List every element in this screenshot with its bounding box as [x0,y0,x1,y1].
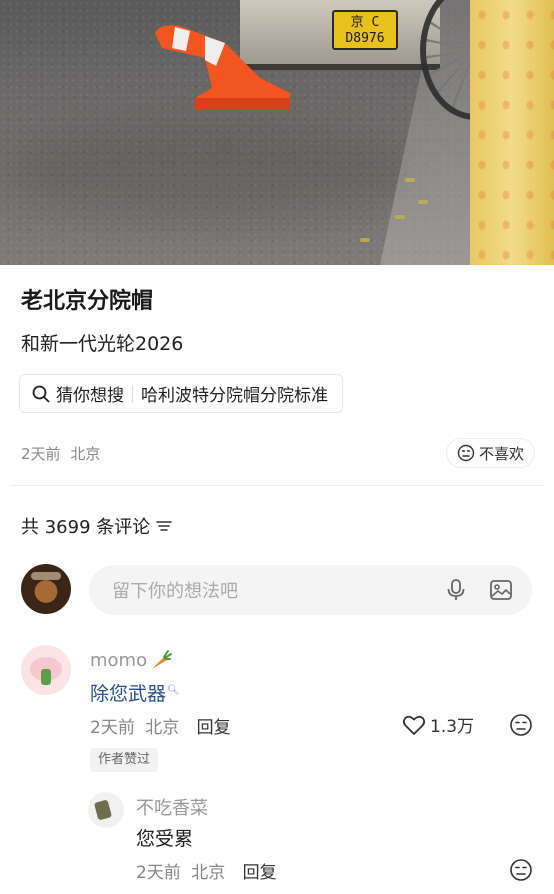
comment-text[interactable]: 除您武器🔍︎ [90,679,180,706]
comment-location: 北京 [145,718,180,738]
carrot-icon [152,650,173,669]
divider [10,485,544,486]
leaf [405,178,415,182]
comment-input-placeholder: 留下你的想法吧 [112,581,238,602]
search-chip-query: 哈利波特分院帽分院标准 [141,386,328,406]
comment-text-value: 除您武器 [90,683,167,705]
like-button[interactable]: 1.3万 [402,712,474,737]
post-location: 北京 [70,445,101,463]
heart-icon [402,715,426,735]
chip-divider [132,384,133,403]
reply-author[interactable]: 不吃香菜 [136,794,208,820]
post-photo[interactable]: 京 C D8976 [0,0,554,265]
reply-avatar[interactable] [88,792,124,828]
like-count: 1.3万 [430,717,475,737]
search-icon [32,385,50,402]
dislike-label: 不喜欢 [479,444,525,463]
leaf [418,200,428,204]
reply-meta: 2天前 北京 回复 [136,858,277,883]
license-plate: 京 C D8976 [332,10,398,50]
reply-reply-button[interactable]: 回复 [243,863,277,883]
comment-time: 2天前 [90,718,135,738]
leaf [395,215,405,219]
microphone-icon[interactable] [445,578,467,602]
my-avatar[interactable] [21,564,71,614]
tree-shadow [0,120,420,220]
commenter-name[interactable]: momo [90,648,173,672]
frown-face-icon [457,444,475,462]
dislike-button[interactable]: 不喜欢 [446,438,536,468]
post-meta: 2天前 北京 [21,443,100,464]
reply-location: 北京 [191,863,226,883]
comment-count-label: 共 3699 条评论 [21,517,151,538]
comment-dislike-icon[interactable] [509,713,533,737]
image-icon[interactable] [489,578,513,602]
post-time: 2天前 [21,445,61,463]
suggested-search-chip[interactable]: 猜你想搜 哈利波特分院帽分院标准 [19,374,343,413]
search-chip-prefix: 猜你想搜 [56,386,124,406]
comment-meta: 2天前 北京 回复 [90,713,231,738]
commenter-name-text: momo [90,649,148,671]
reply-text[interactable]: 您受累 [136,824,193,851]
sort-icon [156,521,173,531]
reply-button[interactable]: 回复 [197,718,231,738]
plate-line-1: 京 C [350,15,380,30]
leaf [360,238,370,242]
author-liked-badge: 作者赞过 [90,748,159,772]
reply-dislike-icon[interactable] [509,858,533,882]
plate-line-2: D8976 [345,31,385,46]
comment-input[interactable]: 留下你的想法吧 [89,565,532,615]
search-link-icon: 🔍︎ [167,684,180,696]
post-title: 老北京分院帽 [21,289,154,314]
post-body: 和新一代光轮2026 [21,333,184,355]
comment-count[interactable]: 共 3699 条评论 [21,513,173,539]
commenter-avatar[interactable] [21,645,71,695]
yellow-cloth [470,0,554,265]
reply-time: 2天前 [136,863,181,883]
traffic-cone [155,25,290,110]
